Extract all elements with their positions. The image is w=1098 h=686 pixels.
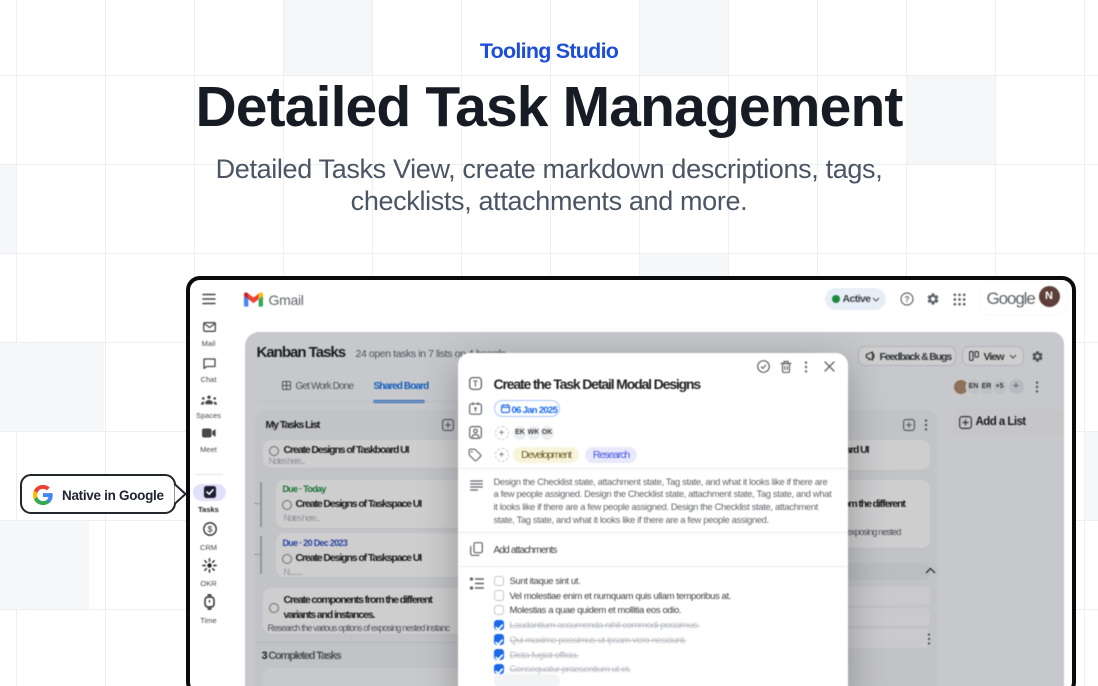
svg-text:T: T — [473, 379, 478, 388]
